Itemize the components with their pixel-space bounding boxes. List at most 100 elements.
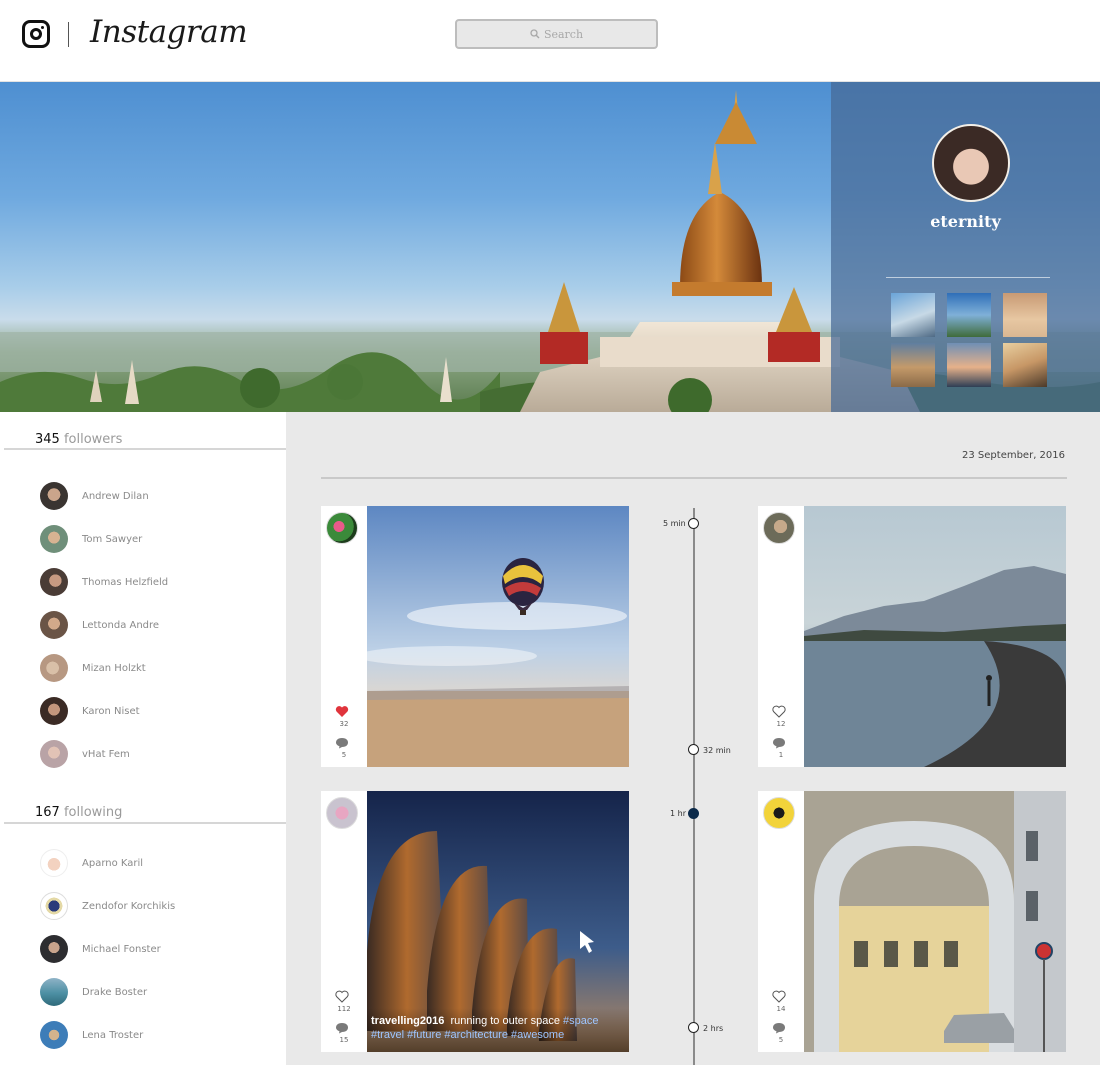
comment-count: 5 bbox=[778, 1036, 784, 1044]
following-item[interactable]: Michael Fonster bbox=[40, 934, 161, 964]
follower-item[interactable]: Lettonda Andre bbox=[40, 610, 159, 640]
following-item[interactable]: Lena Troster bbox=[40, 1020, 143, 1050]
photo-thumbnail[interactable] bbox=[891, 343, 935, 387]
comment-icon[interactable] bbox=[772, 1022, 786, 1034]
logo-divider bbox=[68, 22, 69, 47]
caption-hashtags[interactable]: #travel #future #architecture #awesome bbox=[371, 1029, 564, 1041]
brand-wordmark[interactable]: Instagram bbox=[90, 14, 248, 50]
following-name: Michael Fonster bbox=[82, 943, 161, 955]
followers-count: 345 bbox=[35, 432, 60, 447]
search-icon bbox=[530, 29, 540, 39]
comment-count: 1 bbox=[778, 751, 784, 759]
timeline-label: 5 min bbox=[663, 519, 686, 528]
cover-banner: eternity bbox=[0, 82, 1100, 412]
following-count: 167 bbox=[35, 805, 60, 820]
timeline-node[interactable] bbox=[688, 1022, 699, 1033]
followers-header[interactable]: 345 followers bbox=[35, 432, 122, 447]
camera-logo-icon[interactable] bbox=[22, 20, 50, 48]
timeline-line bbox=[693, 508, 695, 1065]
photo-thumbnail[interactable] bbox=[1003, 293, 1047, 337]
comment-count: 5 bbox=[341, 751, 347, 759]
search-placeholder: Search bbox=[543, 27, 584, 41]
avatar bbox=[40, 568, 68, 596]
comment-icon[interactable] bbox=[772, 737, 786, 749]
comment-icon[interactable] bbox=[335, 737, 349, 749]
following-item[interactable]: Drake Boster bbox=[40, 977, 147, 1007]
post-card[interactable]: travelling2016 running to outer space #s… bbox=[321, 791, 629, 1052]
timeline-node[interactable] bbox=[688, 744, 699, 755]
heart-icon[interactable] bbox=[335, 990, 349, 1003]
photo-thumbnail[interactable] bbox=[947, 343, 991, 387]
avatar bbox=[40, 697, 68, 725]
post-photo[interactable] bbox=[804, 791, 1066, 1052]
follower-item[interactable]: Thomas Helzfield bbox=[40, 567, 168, 597]
post-author-avatar[interactable] bbox=[763, 512, 795, 544]
avatar bbox=[40, 654, 68, 682]
search-input[interactable]: Search bbox=[455, 19, 658, 49]
follower-name: Karon Niset bbox=[82, 705, 140, 717]
post-card[interactable]: 32 5 bbox=[321, 506, 629, 767]
follower-name: Thomas Helzfield bbox=[82, 576, 169, 588]
followers-divider bbox=[4, 448, 286, 450]
following-name: Zendofor Korchikis bbox=[82, 900, 176, 912]
timeline-label: 1 hr bbox=[670, 809, 686, 818]
heart-liked-icon[interactable] bbox=[335, 705, 349, 718]
post-photo[interactable] bbox=[367, 506, 629, 767]
follower-item[interactable]: Tom Sawyer bbox=[40, 524, 142, 554]
avatar bbox=[40, 525, 68, 553]
comment-icon[interactable] bbox=[335, 1022, 349, 1034]
following-divider bbox=[4, 822, 286, 824]
avatar bbox=[40, 611, 68, 639]
timeline-label: 2 hrs bbox=[703, 1024, 724, 1033]
post-card[interactable]: 14 5 bbox=[758, 791, 1066, 1052]
avatar bbox=[40, 1021, 68, 1049]
follower-item[interactable]: Mizan Holzkt bbox=[40, 653, 146, 683]
profile-username[interactable]: eternity bbox=[831, 212, 1100, 231]
follower-item[interactable]: vHat Fem bbox=[40, 739, 130, 769]
follower-name: Andrew Dilan bbox=[82, 490, 149, 502]
post-author-avatar[interactable] bbox=[326, 797, 358, 829]
following-name: Lena Troster bbox=[82, 1029, 144, 1041]
following-item[interactable]: Aparno Karil bbox=[40, 848, 143, 878]
following-name: Aparno Karil bbox=[82, 857, 144, 869]
panel-divider bbox=[886, 277, 1050, 278]
timeline-node-active[interactable] bbox=[688, 808, 699, 819]
profile-avatar[interactable] bbox=[932, 124, 1010, 202]
follower-name: vHat Fem bbox=[82, 748, 130, 760]
photo-thumbnail[interactable] bbox=[891, 293, 935, 337]
timeline-node[interactable] bbox=[688, 518, 699, 529]
avatar bbox=[40, 740, 68, 768]
like-count: 112 bbox=[337, 1005, 351, 1013]
top-bar: Instagram Search bbox=[0, 0, 1100, 82]
caption-hashtag[interactable]: #space bbox=[563, 1015, 598, 1027]
post-author-avatar[interactable] bbox=[763, 797, 795, 829]
avatar bbox=[40, 892, 68, 920]
feed-divider bbox=[321, 477, 1067, 479]
connections-sidebar: 345 followers Andrew Dilan Tom Sawyer Th… bbox=[0, 412, 286, 1065]
avatar bbox=[40, 935, 68, 963]
feed-date: 23 September, 2016 bbox=[962, 450, 1065, 461]
follower-name: Lettonda Andre bbox=[82, 619, 160, 631]
recent-photos-grid bbox=[891, 293, 1051, 387]
follower-item[interactable]: Karon Niset bbox=[40, 696, 140, 726]
followers-label: followers bbox=[63, 432, 123, 447]
post-feed: 23 September, 2016 5 min 32 min 1 hr 2 h… bbox=[286, 412, 1100, 1065]
comment-count: 15 bbox=[339, 1036, 349, 1044]
post-card[interactable]: 12 1 bbox=[758, 506, 1066, 767]
photo-thumbnail[interactable] bbox=[947, 293, 991, 337]
like-count: 32 bbox=[339, 720, 349, 728]
heart-icon[interactable] bbox=[772, 990, 786, 1003]
following-item[interactable]: Zendofor Korchikis bbox=[40, 891, 175, 921]
post-caption: travelling2016 running to outer space #s… bbox=[371, 1014, 621, 1042]
caption-username[interactable]: travelling2016 bbox=[371, 1015, 444, 1027]
like-count: 14 bbox=[776, 1005, 786, 1013]
heart-icon[interactable] bbox=[772, 705, 786, 718]
caption-text: running to outer space bbox=[450, 1015, 560, 1027]
post-photo[interactable] bbox=[804, 506, 1066, 767]
avatar bbox=[40, 978, 68, 1006]
post-author-avatar[interactable] bbox=[326, 512, 358, 544]
following-header[interactable]: 167 following bbox=[35, 805, 122, 820]
photo-thumbnail[interactable] bbox=[1003, 343, 1047, 387]
following-label: following bbox=[63, 805, 123, 820]
follower-item[interactable]: Andrew Dilan bbox=[40, 481, 149, 511]
